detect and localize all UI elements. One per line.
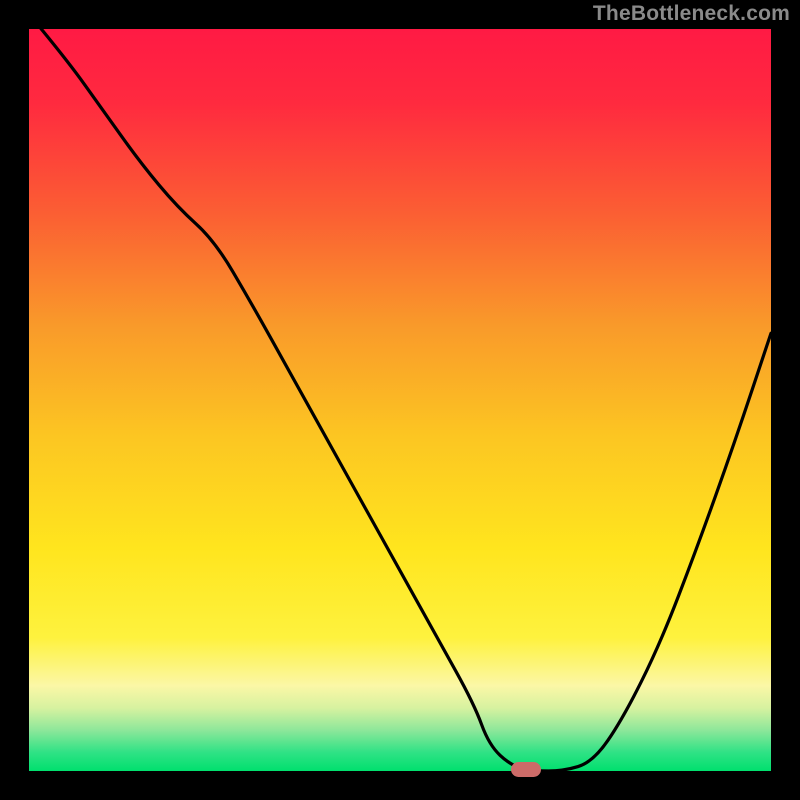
bottleneck-plot [29,29,771,771]
watermark-text: TheBottleneck.com [593,2,790,26]
gradient-background [29,29,771,771]
optimum-marker [511,762,541,777]
chart-frame: TheBottleneck.com [0,0,800,800]
